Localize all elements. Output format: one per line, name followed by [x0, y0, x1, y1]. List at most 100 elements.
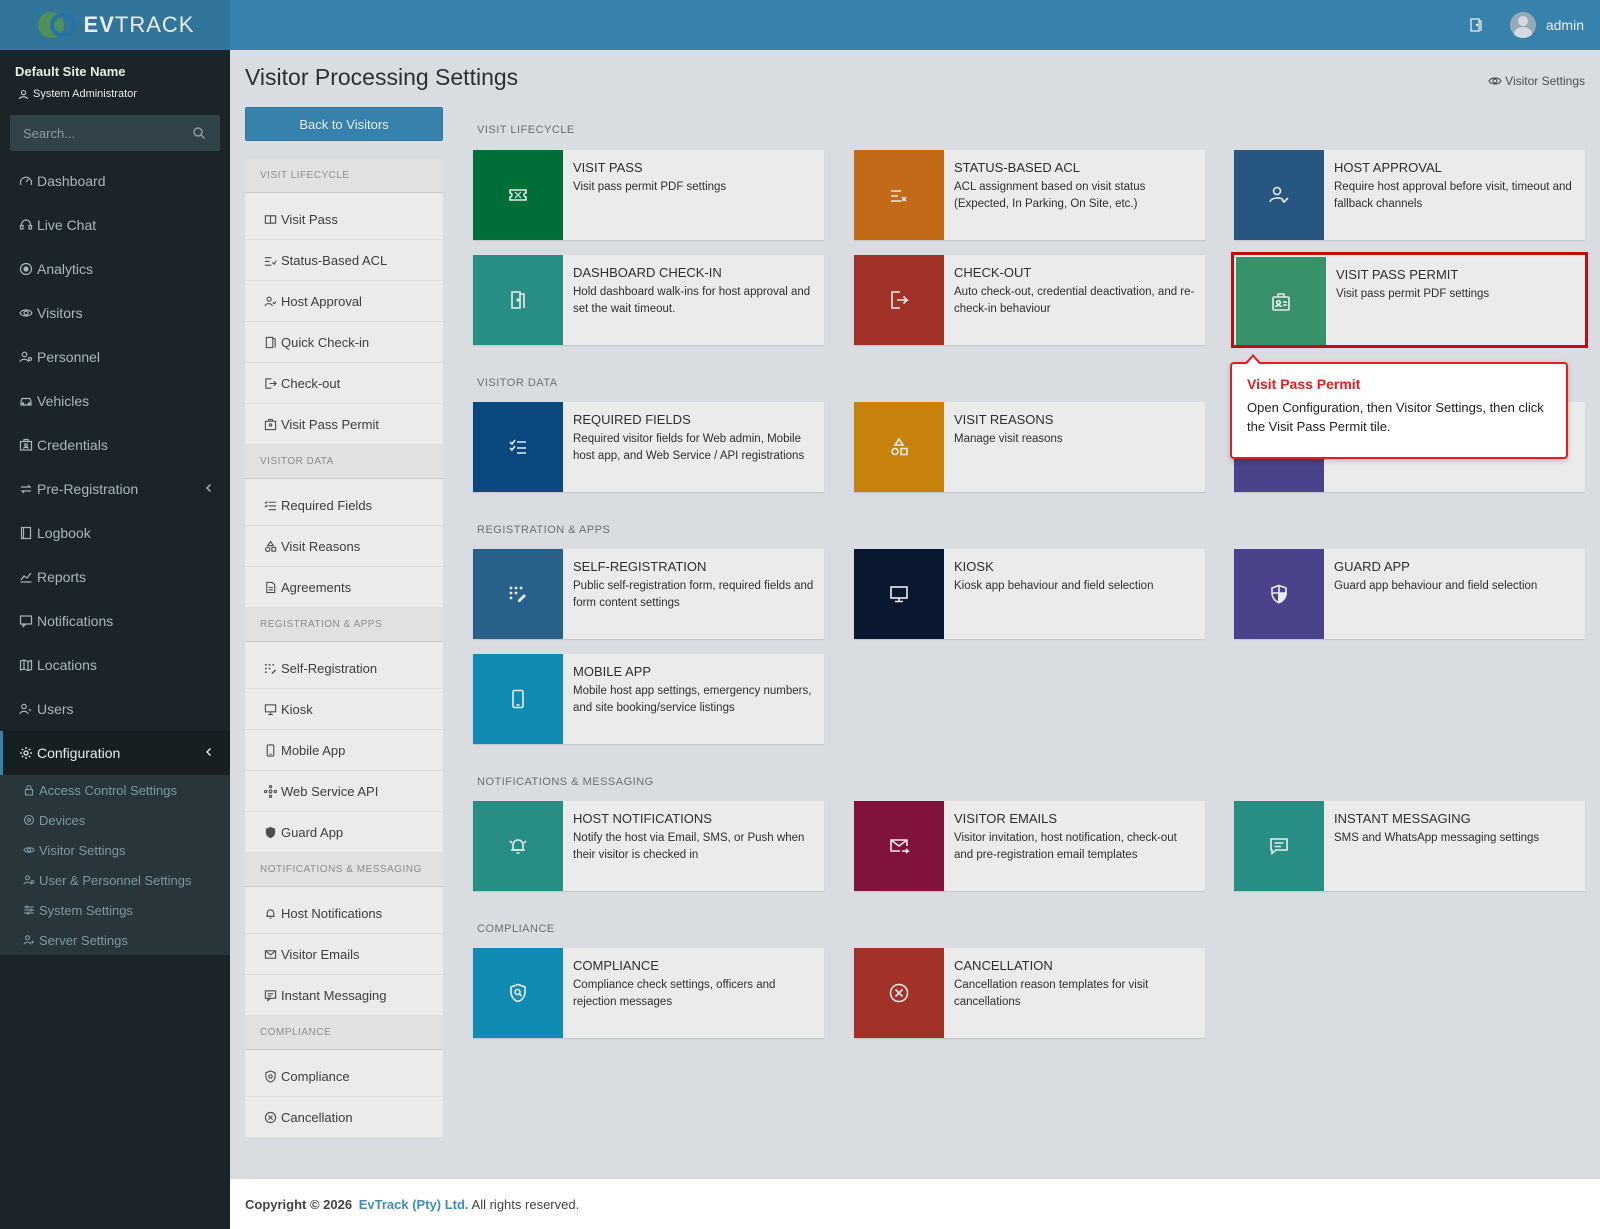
tile-check-out[interactable]: CHECK-OUT Auto check-out, credential deac…: [854, 255, 1205, 345]
company-link[interactable]: EvTrack (Pty) Ltd.: [359, 1197, 469, 1212]
tile-self-registration[interactable]: SELF-REGISTRATION Public self-registratio…: [473, 549, 824, 639]
door-icon[interactable]: [1468, 17, 1484, 33]
subnav-item-self-registration[interactable]: Self-Registration: [245, 648, 443, 689]
section-notifications-messaging: NOTIFICATIONS & MESSAGING: [477, 776, 654, 788]
sliders-icon: [24, 905, 34, 915]
callout-text: Open Configuration, then Visitor Setting…: [1247, 400, 1544, 434]
phone-icon: [512, 689, 524, 709]
tile-visit-pass-permit[interactable]: VISIT PASS PERMIT Visit pass permit PDF s…: [1231, 252, 1588, 348]
subnav-item-visit-pass[interactable]: Visit Pass: [245, 199, 443, 240]
sidebar-subitem-system-settings[interactable]: System Settings: [0, 895, 230, 925]
sidebar-subitem-devices[interactable]: Devices: [0, 805, 230, 835]
configuration-submenu: Access Control Settings Devices Visitor …: [0, 775, 230, 955]
tile-icon-block: [854, 948, 944, 1038]
sidebar-item-analytics[interactable]: Analytics: [0, 247, 230, 291]
user-icon: [18, 89, 29, 99]
sidebar-item-dashboard[interactable]: Dashboard: [0, 159, 230, 203]
sidebar-subitem-visitor-settings[interactable]: Visitor Settings: [0, 835, 230, 865]
copyright: Copyright © 2026: [245, 1196, 353, 1212]
door-icon: [265, 336, 276, 348]
subnav-item-cancellation[interactable]: Cancellation: [245, 1097, 443, 1138]
back-to-visitors-button[interactable]: Back to Visitors: [245, 107, 443, 141]
sidebar-item-live-chat[interactable]: Live Chat: [0, 203, 230, 247]
tour-callout: Visit Pass Permit Open Configuration, th…: [1230, 354, 1568, 459]
tile-status-based-acl[interactable]: STATUS-BASED ACL ACL assignment based on …: [854, 150, 1205, 240]
search-icon[interactable]: [192, 126, 206, 140]
user-gear-icon: [23, 935, 34, 945]
logo[interactable]: EVTRACK: [0, 0, 230, 50]
sidebar-item-locations[interactable]: Locations: [0, 643, 230, 687]
sidebar-item-credentials[interactable]: Credentials: [0, 423, 230, 467]
subnav-item-visit-pass-permit[interactable]: Visit Pass Permit: [245, 404, 443, 445]
document-icon: [266, 581, 276, 593]
tile-visit-pass[interactable]: VISIT PASS Visit pass permit PDF settings: [473, 150, 824, 240]
subnav-item-kiosk[interactable]: Kiosk: [245, 689, 443, 730]
tile-dashboard-check-in[interactable]: DASHBOARD CHECK-IN Hold dashboard walk-in…: [473, 255, 824, 345]
page-title: Visitor Processing Settings: [245, 64, 519, 90]
headset-icon: [19, 219, 33, 230]
tile-host-notifications[interactable]: HOST NOTIFICATIONS Notify the host via Em…: [473, 801, 824, 891]
subnav-item-mobile-app[interactable]: Mobile App: [245, 730, 443, 771]
sidebar-subitem-user-personnel-settings[interactable]: User & Personnel Settings: [0, 865, 230, 895]
list-check-icon: [264, 256, 277, 266]
subnav-item-host-notifications[interactable]: Host Notifications: [245, 893, 443, 934]
monitor-icon: [264, 703, 277, 715]
sidebar-item-personnel[interactable]: Personnel: [0, 335, 230, 379]
user-name: admin: [1545, 17, 1584, 33]
tile-visit-reasons[interactable]: VISIT REASONS Manage visit reasons: [854, 402, 1205, 492]
cancel-icon: [889, 983, 909, 1003]
id-card-icon: [19, 438, 33, 451]
tile-host-approval[interactable]: HOST APPROVAL Require host approval befor…: [1234, 150, 1585, 240]
user-check-icon: [264, 296, 277, 306]
mail-icon: [264, 949, 277, 959]
logout-icon: [891, 291, 909, 309]
sidebar-item-vehicles[interactable]: Vehicles: [0, 379, 230, 423]
list-check-icon: [264, 500, 277, 510]
cancel-icon: [264, 1111, 277, 1123]
sidebar-item-pre-registration[interactable]: Pre-Registration: [0, 467, 230, 511]
subnav-item-required-fields[interactable]: Required Fields: [245, 485, 443, 526]
sidebar-item-logbook[interactable]: Logbook: [0, 511, 230, 555]
subnav-item-quick-checkin[interactable]: Quick Check-in: [245, 322, 443, 363]
tile-desc: Require host approval before visit, time…: [1334, 181, 1572, 210]
tile-mobile-app[interactable]: MOBILE APP Mobile host app settings, emer…: [473, 654, 824, 744]
subnav-item-compliance[interactable]: Compliance: [245, 1056, 443, 1097]
subnav-item-checkout[interactable]: Check-out: [245, 363, 443, 404]
user-menu[interactable]: admin: [1509, 12, 1584, 38]
sidebar-item-notifications[interactable]: Notifications: [0, 599, 230, 643]
bell-icon: [509, 839, 527, 854]
subnav-item-visitor-emails[interactable]: Visitor Emails: [245, 934, 443, 975]
tile-compliance[interactable]: COMPLIANCE Compliance check settings, off…: [473, 948, 824, 1038]
tile-visitor-emails[interactable]: VISITOR EMAILS Visitor invitation, host n…: [854, 801, 1205, 891]
search-input[interactable]: [10, 115, 220, 151]
tile-title: REQUIRED FIELDS: [573, 412, 691, 427]
subnav-item-visit-reasons[interactable]: Visit Reasons: [245, 526, 443, 567]
tile-instant-messaging[interactable]: INSTANT MESSAGING SMS and WhatsApp messag…: [1234, 801, 1585, 891]
tile-guard-app[interactable]: GUARD APP Guard app behaviour and field s…: [1234, 549, 1585, 639]
sidebar-item-configuration[interactable]: Configuration: [0, 731, 230, 775]
tile-title: HOST NOTIFICATIONS: [573, 811, 712, 826]
tile-desc: Auto check-out, credential deactivation,…: [954, 286, 1195, 315]
subnav-item-instant-messaging[interactable]: Instant Messaging: [245, 975, 443, 1016]
sidebar-item-users[interactable]: Users: [0, 687, 230, 731]
car-icon: [20, 397, 32, 406]
subnav-item-status-acl[interactable]: Status-Based ACL: [245, 240, 443, 281]
subnav-item-host-approval[interactable]: Host Approval: [245, 281, 443, 322]
subnav-item-agreements[interactable]: Agreements: [245, 567, 443, 608]
tile-required-fields[interactable]: REQUIRED FIELDS Required visitor fields f…: [473, 402, 824, 492]
sidebar-subitem-server-settings[interactable]: Server Settings: [0, 925, 230, 955]
tile-kiosk[interactable]: KIOSK Kiosk app behaviour and field selec…: [854, 549, 1205, 639]
tile-icon-block: [854, 402, 944, 492]
tile-title: CHECK-OUT: [954, 265, 1032, 280]
tile-cancellation[interactable]: CANCELLATION Cancellation reason template…: [854, 948, 1205, 1038]
subnav-item-web-service-api[interactable]: Web Service API: [245, 771, 443, 812]
subnav-section-title: VISIT LIFECYCLE: [245, 159, 443, 193]
sidebar-subitem-access-control[interactable]: Access Control Settings: [0, 775, 230, 805]
tile-desc: ACL assignment based on visit status (Ex…: [954, 181, 1146, 210]
sidebar-item-reports[interactable]: Reports: [0, 555, 230, 599]
subnav-item-guard-app[interactable]: Guard App: [245, 812, 443, 853]
sidebar-item-visitors[interactable]: Visitors: [0, 291, 230, 335]
tile-title: MOBILE APP: [573, 664, 652, 679]
tile-title: CANCELLATION: [954, 958, 1053, 973]
breadcrumb[interactable]: Visitor Settings: [1488, 74, 1585, 88]
